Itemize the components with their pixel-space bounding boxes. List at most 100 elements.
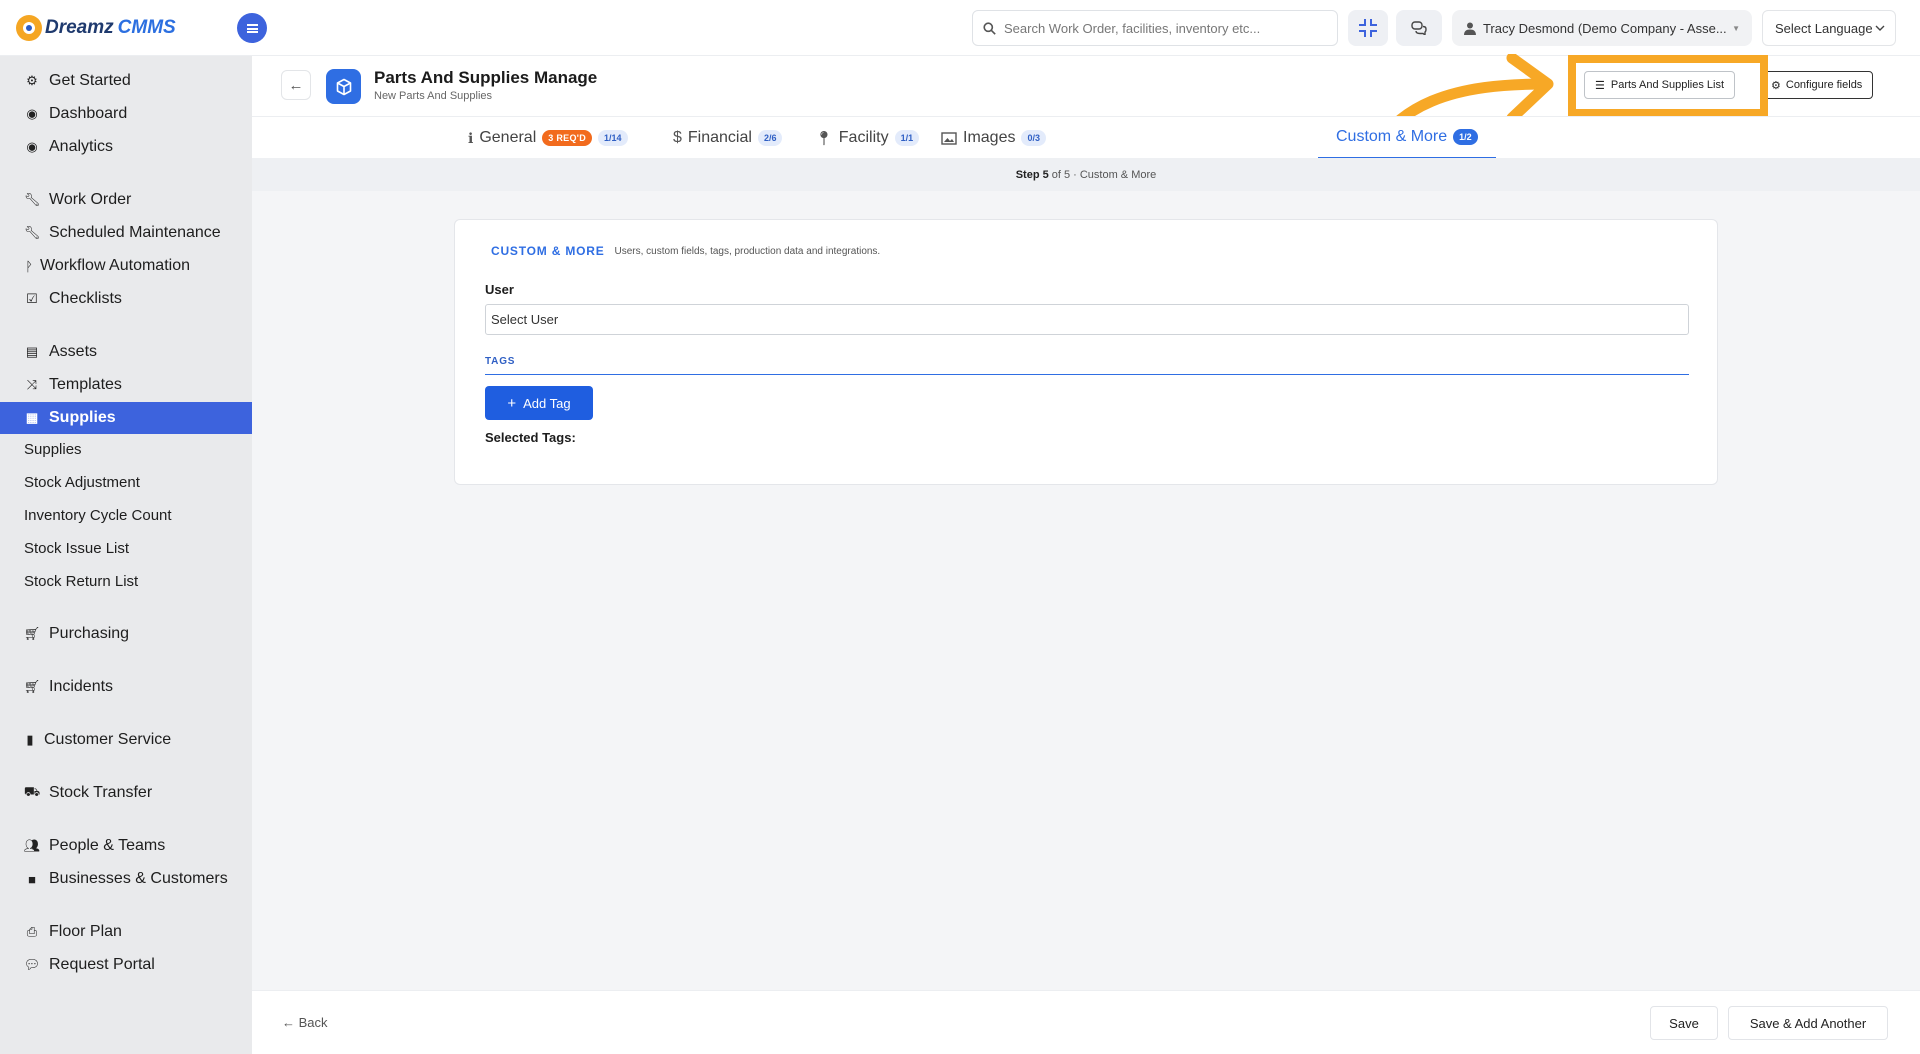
logo-gear-icon (16, 15, 42, 41)
sidebar-subitem-label: Inventory Cycle Count (24, 506, 172, 524)
page-subtitle: New Parts And Supplies (374, 90, 493, 102)
sidebar-item-label: Stock Transfer (49, 784, 153, 801)
user-field-label: User (485, 282, 514, 297)
sidebar-item-checklists[interactable]: ☑ Checklists (0, 283, 252, 315)
sidebar-item-label: Checklists (49, 290, 122, 307)
sidebar-item-incidents[interactable]: 🛒︎ Incidents (0, 671, 252, 703)
form-footer: ← Back Save Save & Add Another (252, 990, 1920, 1054)
parts-supplies-list-button[interactable]: ☰ Parts And Supplies List (1584, 71, 1735, 99)
required-badge: 3 REQ'D (542, 130, 592, 146)
sidebar-subitem-label: Stock Return List (24, 572, 139, 590)
user-menu[interactable]: Tracy Desmond (Demo Company - Asse... ▼ (1452, 10, 1752, 46)
sidebar-item-label: Work Order (49, 191, 132, 208)
gears-icon: ⚙ (26, 73, 38, 88)
sidebar-item-purchasing[interactable]: 🛒︎ Purchasing (0, 618, 252, 650)
image-icon (941, 131, 957, 145)
section-title: CUSTOM & MORE (491, 244, 605, 258)
tab-custom-more[interactable]: Custom & More 1/2 (1318, 117, 1496, 159)
sidebar-item-templates[interactable]: ⤨ Templates (0, 369, 252, 401)
sidebar-item-label: Floor Plan (49, 923, 122, 940)
tab-general[interactable]: ℹ General 3 REQ'D 1/14 (468, 117, 628, 159)
tab-label: Financial (687, 129, 752, 146)
count-badge: 2/6 (757, 130, 783, 146)
step-indicator: Step 5 of 5 · Custom & More (252, 158, 1920, 191)
chat-button[interactable] (1396, 10, 1442, 46)
sidebar-item-customer-service[interactable]: ▮ Customer Service (0, 724, 252, 756)
sidebar-item-analytics[interactable]: ◉ Analytics (0, 131, 252, 163)
tab-facility[interactable]: 📍︎ Facility 1/1 (815, 117, 920, 159)
chat-icon (1411, 21, 1427, 35)
sidebar-subitem-stock-issue-list[interactable]: Stock Issue List (0, 533, 252, 563)
search-input[interactable] (1004, 20, 1324, 36)
top-bar: Dreamz CMMS Tracy Desmond (Demo Company … (0, 0, 1920, 56)
sidebar-item-stock-transfer[interactable]: ⛟ Stock Transfer (0, 777, 252, 809)
truck-icon: ⛟ (23, 784, 41, 799)
sidebar-item-label: Supplies (49, 409, 116, 426)
scan-button[interactable] (1348, 10, 1388, 46)
cart-icon: 🛒︎ (23, 679, 41, 694)
video-icon: ■ (28, 871, 36, 887)
hamburger-icon (246, 23, 258, 33)
chevron-down-icon (1875, 25, 1885, 31)
sidebar-item-label: Workflow Automation (40, 257, 190, 274)
sidebar-item-floor-plan[interactable]: ⎙ Floor Plan (0, 916, 252, 948)
sidebar-item-people-teams[interactable]: 👥︎ People & Teams (0, 830, 252, 862)
tab-financial[interactable]: $ Financial 2/6 (673, 117, 783, 159)
cart-icon: 🛒︎ (23, 626, 41, 641)
form-tabs: ℹ General 3 REQ'D 1/14 $ Financial 2/6 📍… (252, 116, 1920, 159)
add-tag-button[interactable]: + Add Tag (485, 386, 593, 420)
archive-icon: ▤ (25, 344, 39, 359)
tab-label: Images (963, 129, 1016, 146)
sidebar-item-request-portal[interactable]: 💬︎ Request Portal (0, 949, 252, 981)
configure-fields-button[interactable]: ⚙ Configure fields (1760, 71, 1874, 99)
sidebar-item-workflow-automation[interactable]: ᚹ Workflow Automation (0, 250, 252, 282)
dollar-icon: $ (673, 129, 682, 146)
section-description: Users, custom fields, tags, production d… (614, 245, 881, 257)
footer-back-label: Back (298, 1015, 328, 1030)
search-box[interactable] (972, 10, 1338, 46)
custom-more-card: CUSTOM & MORE Users, custom fields, tags… (454, 219, 1718, 485)
wrench-icon: 🔧︎ (23, 192, 41, 207)
sidebar-item-label: Assets (49, 343, 98, 360)
users-icon: 👥︎ (23, 838, 41, 853)
save-add-another-button[interactable]: Save & Add Another (1728, 1006, 1888, 1040)
user-select[interactable]: Select User (485, 304, 1689, 335)
tab-label: General (479, 129, 537, 146)
back-arrow-button[interactable]: ← (281, 70, 311, 100)
menu-toggle-button[interactable] (237, 13, 267, 43)
collapse-arrows-icon (1359, 19, 1377, 37)
branch-icon: ᚹ (25, 258, 33, 274)
analytics-icon: ◉ (26, 139, 38, 154)
count-badge: 0/3 (1021, 130, 1046, 146)
language-label: Select Language (1775, 20, 1873, 36)
count-badge: 1/2 (1453, 129, 1478, 145)
wrench-icon: 🔧︎ (23, 225, 41, 240)
sidebar-subitem-supplies[interactable]: Supplies (0, 434, 252, 464)
page-title: Parts And Supplies Manage (374, 68, 598, 87)
plus-icon: + (507, 394, 517, 412)
sidebar-item-supplies[interactable]: ▦ Supplies (0, 402, 252, 434)
sidebar-item-dashboard[interactable]: ◉ Dashboard (0, 98, 252, 130)
sidebar-item-get-started[interactable]: ⚙ Get Started (0, 65, 252, 97)
save-button[interactable]: Save (1650, 1006, 1718, 1040)
sidebar: ⚙ Get Started ◉ Dashboard ◉ Analytics 🔧︎ Wor… (0, 56, 252, 1054)
gauge-icon: ◉ (26, 106, 38, 121)
logo[interactable]: Dreamz CMMS (16, 14, 176, 42)
save-add-another-label: Save & Add Another (1749, 1015, 1867, 1031)
sidebar-subitem-inventory-cycle-count[interactable]: Inventory Cycle Count (0, 500, 252, 530)
parts-supplies-list-label: Parts And Supplies List (1610, 79, 1724, 91)
tab-images[interactable]: Images 0/3 (941, 117, 1046, 159)
sidebar-item-work-order[interactable]: 🔧︎ Work Order (0, 184, 252, 216)
sidebar-item-assets[interactable]: ▤ Assets (0, 336, 252, 368)
sidebar-item-label: Purchasing (49, 625, 130, 642)
tab-label: Facility (838, 129, 889, 146)
sidebar-subitem-stock-return-list[interactable]: Stock Return List (0, 566, 252, 596)
language-select[interactable]: Select Language (1762, 10, 1896, 46)
sidebar-item-scheduled-maintenance[interactable]: 🔧︎ Scheduled Maintenance (0, 217, 252, 249)
sidebar-item-label: People & Teams (49, 837, 166, 854)
sidebar-item-businesses-customers[interactable]: ■ Businesses & Customers (0, 863, 252, 895)
sidebar-subitem-stock-adjustment[interactable]: Stock Adjustment (0, 467, 252, 497)
footer-back-link[interactable]: ← Back (282, 1015, 328, 1030)
tags-section-label: TAGS (485, 356, 1689, 375)
user-icon (1464, 22, 1476, 35)
